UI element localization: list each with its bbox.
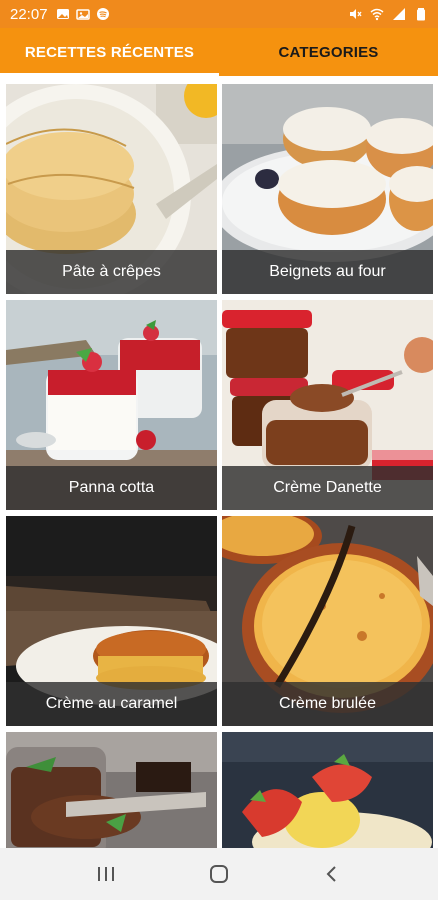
recipe-title: Crème Danette [222,466,433,510]
recipe-title: Beignets au four [222,250,433,294]
recipe-title: Pâte à crêpes [6,250,217,294]
tab-recent-recipes[interactable]: RECETTES RÉCENTES [0,28,219,76]
recipe-card-creme-au-caramel[interactable]: Crème au caramel [6,516,217,726]
image-icon [75,9,90,20]
tab-bar: RECETTES RÉCENTES CATEGORIES [0,28,438,76]
recipe-photo [222,732,433,848]
signal-icon [393,8,405,20]
home-button[interactable] [199,854,239,894]
status-right-icons [348,7,428,21]
back-icon [326,866,336,882]
recipe-card-beignets-au-four[interactable]: Beignets au four [222,84,433,294]
recent-apps-icon [98,867,115,881]
back-button[interactable] [312,854,352,894]
status-left-icons [56,7,110,21]
battery-icon [417,8,425,21]
spotify-icon [96,8,109,20]
wifi-icon [370,8,384,21]
recipe-card-pate-a-crepes[interactable]: Pâte à crêpes [6,84,217,294]
status-time: 22:07 [10,5,48,23]
recipe-photo [6,732,217,848]
recipe-card-chocolate-mousse[interactable] [6,732,217,848]
system-nav-bar [0,848,438,900]
recipe-card-panna-cotta[interactable]: Panna cotta [6,300,217,510]
recipe-card-creme-danette[interactable]: Crème Danette [222,300,433,510]
recipe-title: Crème au caramel [6,682,217,726]
recipe-card-strawberry-dessert[interactable] [222,732,433,848]
recent-apps-button[interactable] [86,854,126,894]
mute-icon [350,9,362,19]
recipe-grid: Pâte à crêpes Beignets au four Panna cot… [0,76,438,848]
gallery-icon [56,9,69,19]
recipe-card-creme-brulee[interactable]: Crème brulée [222,516,433,726]
recipe-title: Panna cotta [6,466,217,510]
recipe-title: Crème brulée [222,682,433,726]
status-bar: 22:07 [0,0,438,28]
home-icon [209,865,228,883]
tab-categories[interactable]: CATEGORIES [219,28,438,76]
